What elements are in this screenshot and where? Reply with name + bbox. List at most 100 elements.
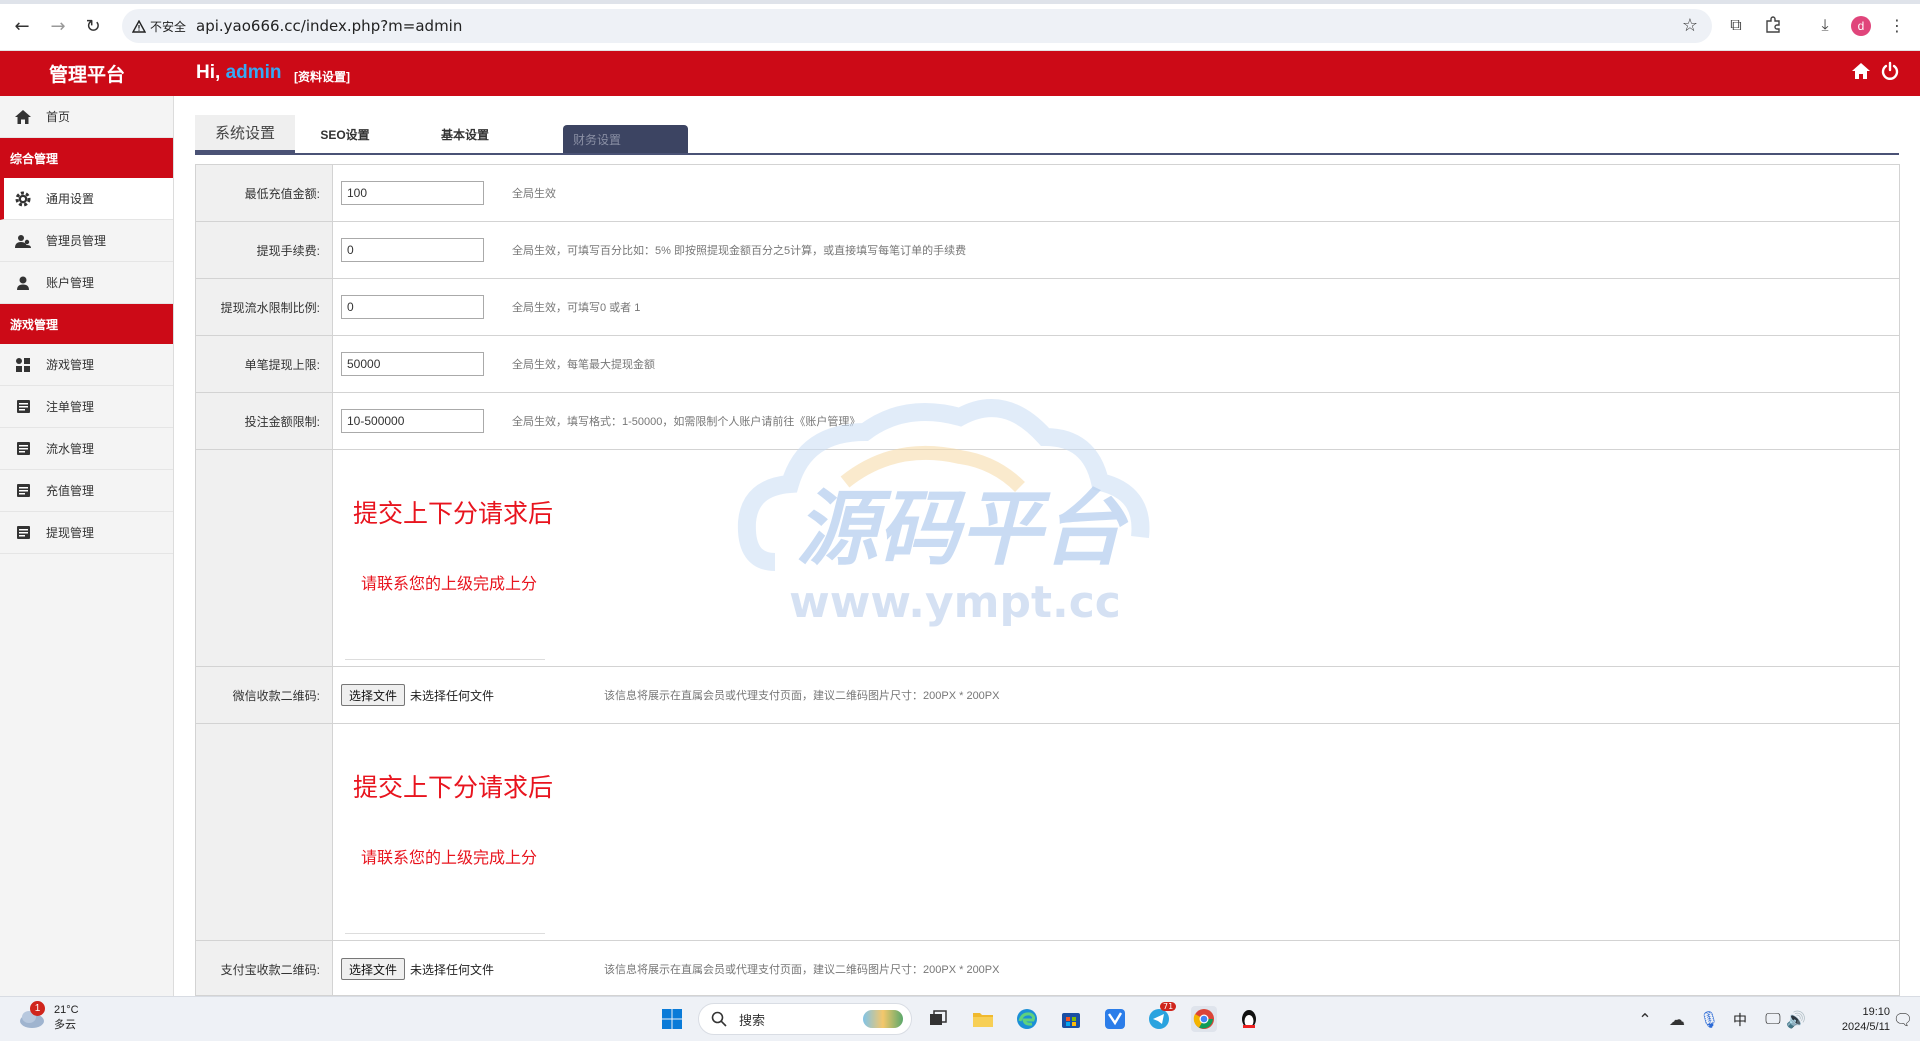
telegram-badge: 71 — [1160, 1002, 1177, 1011]
field-hint: 全局生效 — [512, 188, 556, 200]
form-row-withdraw-fee: 提现手续费: 全局生效，可填写百分比如：5% 即按照提现金额百分之5计算，或直接… — [196, 222, 1899, 279]
gear-icon — [13, 189, 33, 209]
field-hint: 全局生效，填写格式：1-50000，如需限制个人账户请前往《账户管理》 — [512, 416, 861, 428]
bet-limit-input[interactable] — [341, 409, 484, 433]
sidebar-item-label: 首页 — [46, 110, 71, 124]
task-view-icon[interactable] — [925, 1006, 951, 1032]
min-recharge-input[interactable] — [341, 181, 484, 205]
form-row-wechat-preview: 提交上下分请求后 请联系您的上级完成上分 — [196, 450, 1899, 667]
form-row-alipay-upload: 支付宝收款二维码: 选择文件 未选择任何文件 该信息将展示在直属会员或代理支付页… — [196, 941, 1899, 995]
security-chip[interactable]: 不安全 — [132, 18, 196, 35]
search-icon — [711, 1011, 727, 1027]
form-row-flow-ratio: 提现流水限制比例: 全局生效，可填写0 或者 1 — [196, 279, 1899, 336]
withdraw-fee-input[interactable] — [341, 238, 484, 262]
field-label: 投注金额限制: — [196, 393, 333, 449]
qq-penguin-icon[interactable] — [1236, 1006, 1262, 1032]
list-icon — [13, 481, 33, 501]
sidebar-item-admin-management[interactable]: 管理员管理 — [0, 220, 173, 262]
sidebar-item-withdraw-management[interactable]: 提现管理 — [0, 512, 173, 554]
forward-icon[interactable]: → — [45, 13, 71, 39]
start-icon[interactable] — [659, 1006, 685, 1032]
tab-system-settings[interactable]: 系统设置 — [195, 115, 295, 153]
sidebar-item-label: 管理员管理 — [46, 234, 107, 248]
list-icon — [13, 397, 33, 417]
power-icon[interactable] — [1880, 61, 1902, 83]
notification-icon[interactable]: 🗨 — [1890, 1006, 1916, 1032]
withdraw-limit-input[interactable] — [341, 352, 484, 376]
windows-taskbar: 1 21°C 多云 搜索 71 ⌃ ☁ 🎙 中 🖵 🔊 19:10 2024/5… — [0, 996, 1920, 1041]
weather-temp: 21°C — [54, 1004, 79, 1016]
sidebar-item-home[interactable]: 首页 — [0, 96, 173, 138]
sidebar-item-label: 游戏管理 — [46, 358, 95, 372]
security-label: 不安全 — [150, 19, 187, 34]
sidebar-item-flow-management[interactable]: 流水管理 — [0, 428, 173, 470]
notice-subtitle: 请联系您的上级完成上分 — [361, 576, 538, 593]
tab-search-icon[interactable]: ⧉ — [1725, 14, 1747, 36]
warning-icon — [132, 19, 146, 33]
apps-icon — [13, 355, 33, 375]
flow-ratio-input[interactable] — [341, 295, 484, 319]
weather-widget[interactable]: 1 21°C 多云 — [18, 1001, 79, 1033]
sidebar-item-label: 账户管理 — [46, 276, 95, 290]
clock-date: 2024/5/11 — [1841, 1021, 1890, 1033]
download-icon[interactable]: ⤓ — [1814, 14, 1836, 36]
sidebar-item-label: 充值管理 — [46, 484, 95, 498]
reload-icon[interactable]: ↻ — [80, 13, 106, 39]
wechat-qr-preview: 提交上下分请求后 请联系您的上级完成上分 — [345, 450, 553, 660]
home-icon — [13, 107, 33, 127]
form-row-withdraw-limit: 单笔提现上限: 全局生效，每笔最大提现金额 — [196, 336, 1899, 393]
search-placeholder: 搜索 — [739, 1012, 766, 1028]
microphone-icon[interactable]: 🎙 — [1696, 1006, 1722, 1032]
notice-title: 提交上下分请求后 — [353, 774, 554, 802]
field-label: 支付宝收款二维码: — [196, 941, 333, 995]
tab-basic-settings[interactable]: 基本设置 — [415, 115, 515, 153]
bookmark-star-icon[interactable]: ☆ — [1682, 15, 1698, 36]
taskbar-search[interactable]: 搜索 — [698, 1003, 912, 1035]
field-hint: 全局生效，每笔最大提现金额 — [512, 359, 655, 371]
file-explorer-icon[interactable] — [970, 1006, 996, 1032]
home-icon[interactable] — [1851, 61, 1873, 83]
sidebar-item-label: 流水管理 — [46, 442, 95, 456]
sidebar-item-account-management[interactable]: 账户管理 — [0, 262, 173, 304]
menu-kebab-icon[interactable]: ⋮ — [1886, 14, 1908, 36]
admin-username: admin — [225, 62, 282, 83]
system-clock[interactable]: 19:10 2024/5/11 — [1820, 1005, 1890, 1035]
field-label: 提现流水限制比例: — [196, 279, 333, 335]
back-icon[interactable]: ← — [9, 13, 35, 39]
sidebar-item-general-settings[interactable]: 通用设置 — [0, 178, 173, 220]
edge-icon[interactable] — [1014, 1006, 1040, 1032]
profile-settings-link[interactable]: [资料设置] — [294, 68, 350, 85]
field-label: 微信收款二维码: — [196, 667, 333, 723]
address-bar[interactable]: 不安全 api.yao666.cc/index.php?m=admin ☆ — [122, 9, 1712, 43]
url-text[interactable]: api.yao666.cc/index.php?m=admin — [196, 17, 462, 35]
telegram-icon[interactable]: 71 — [1146, 1002, 1177, 1032]
ime-indicator[interactable]: 中 — [1733, 1010, 1747, 1030]
volume-icon[interactable]: 🔊 — [1783, 1006, 1809, 1032]
field-label-empty — [196, 450, 333, 666]
bird-app-icon[interactable] — [1102, 1006, 1128, 1032]
sidebar-section-game: 游戏管理 — [0, 304, 173, 344]
sidebar-item-label: 注单管理 — [46, 400, 95, 414]
tab-finance-settings[interactable]: 财务设置 — [563, 125, 688, 153]
form-row-bet-limit: 投注金额限制: 全局生效，填写格式：1-50000，如需限制个人账户请前往《账户… — [196, 393, 1899, 450]
profile-avatar[interactable]: d — [1851, 16, 1871, 36]
chrome-icon[interactable] — [1191, 1006, 1217, 1032]
greeting: Hi, admin — [196, 62, 282, 84]
alipay-file-button[interactable]: 选择文件 — [341, 958, 406, 980]
form-row-alipay-preview: 提交上下分请求后 请联系您的上级完成上分 — [196, 724, 1899, 941]
field-label: 最低充值金额: — [196, 165, 333, 221]
extensions-icon[interactable] — [1762, 14, 1784, 36]
sidebar-section-general: 综合管理 — [0, 138, 173, 178]
cloud-sync-icon[interactable]: ☁ — [1664, 1006, 1690, 1032]
store-icon[interactable] — [1058, 1006, 1084, 1032]
sidebar-item-bet-management[interactable]: 注单管理 — [0, 386, 173, 428]
field-hint: 全局生效，可填写0 或者 1 — [512, 302, 641, 314]
chevron-up-icon[interactable]: ⌃ — [1632, 1006, 1658, 1032]
settings-form: 最低充值金额: 全局生效 提现手续费: 全局生效，可填写百分比如：5% 即按照提… — [195, 164, 1900, 996]
sidebar-item-game-management[interactable]: 游戏管理 — [0, 344, 173, 386]
brand-title: 管理平台 — [48, 65, 125, 86]
clock-time: 19:10 — [1862, 1006, 1890, 1018]
wechat-file-button[interactable]: 选择文件 — [341, 684, 406, 706]
sidebar-item-recharge-management[interactable]: 充值管理 — [0, 470, 173, 512]
tab-seo-settings[interactable]: SEO设置 — [295, 115, 395, 153]
